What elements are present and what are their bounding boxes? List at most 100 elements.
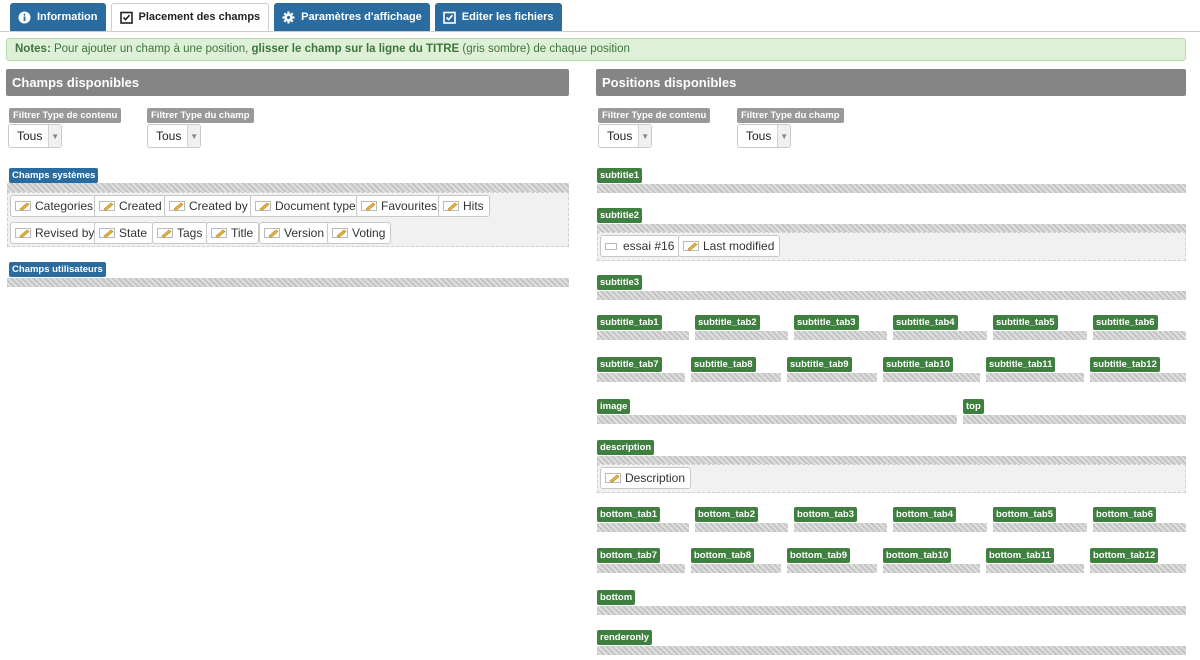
tab-label: Editer les fichiers bbox=[461, 11, 554, 23]
tab-editer-fichiers[interactable]: Editer les fichiers bbox=[434, 3, 562, 31]
drop-bar bbox=[883, 564, 980, 573]
filter-field-type-select[interactable]: Tous ▼ bbox=[737, 124, 791, 148]
position-bottom_tabs-5[interactable]: bottom_tab6 bbox=[1093, 507, 1156, 522]
filter-content-type-select[interactable]: Tous ▼ bbox=[598, 124, 652, 148]
drop-bar bbox=[597, 373, 685, 382]
position-bottom_tabs-0[interactable]: bottom_tab7 bbox=[597, 548, 660, 563]
drop-bar bbox=[794, 331, 887, 340]
position-image[interactable]: image bbox=[597, 399, 631, 414]
user-fields-drop-bar[interactable] bbox=[7, 278, 569, 287]
position-subtitle_tabs-4[interactable]: subtitle_tab5 bbox=[993, 315, 1058, 330]
filter-content-type-label: Filtrer Type de contenu bbox=[598, 108, 711, 123]
field-chip[interactable]: Favourites bbox=[356, 195, 444, 217]
filter-field-type-label: Filtrer Type du champ bbox=[737, 108, 844, 123]
position-bottom_tabs-2[interactable]: bottom_tab3 bbox=[794, 507, 857, 522]
field-chip-label: Voting bbox=[352, 226, 386, 240]
drop-bar bbox=[597, 606, 1186, 615]
pencil-tag-icon bbox=[15, 200, 31, 212]
drop-bar bbox=[986, 564, 1084, 573]
drop-bar bbox=[893, 523, 987, 532]
position-subtitle_tabs-0[interactable]: subtitle_tab7 bbox=[597, 357, 662, 372]
champs-utilisateurs-label: Champs utilisateurs bbox=[9, 262, 106, 277]
position-bottom_tabs-1[interactable]: bottom_tab2 bbox=[695, 507, 758, 522]
field-chip-essai[interactable]: essai #16 bbox=[600, 235, 681, 257]
filter-content-type-label: Filtrer Type de contenu bbox=[9, 108, 122, 123]
position-bottom_tabs-3[interactable]: bottom_tab10 bbox=[883, 548, 952, 563]
position-subtitle2[interactable]: subtitle2 bbox=[597, 208, 643, 223]
champs-systemes-label: Champs systèmes bbox=[9, 168, 99, 183]
field-chip[interactable]: Hits bbox=[438, 195, 490, 217]
select-value: Tous bbox=[17, 129, 43, 143]
field-chip-label: Revised by bbox=[35, 226, 95, 240]
champs-disponibles-header: Champs disponibles bbox=[6, 69, 569, 96]
field-chip-description[interactable]: Description bbox=[600, 467, 692, 489]
drop-bar bbox=[787, 564, 877, 573]
position-bottom[interactable]: bottom bbox=[597, 590, 636, 605]
field-chip[interactable]: Created bbox=[94, 195, 168, 217]
position-subtitle_tabs-3[interactable]: subtitle_tab4 bbox=[893, 315, 958, 330]
field-chip-label: Created bbox=[119, 199, 162, 213]
position-subtitle_tabs-5[interactable]: subtitle_tab6 bbox=[1093, 315, 1158, 330]
field-chip[interactable]: Tags bbox=[152, 222, 209, 244]
position-bottom_tabs-4[interactable]: bottom_tab5 bbox=[993, 507, 1056, 522]
position-subtitle3[interactable]: subtitle3 bbox=[597, 275, 643, 290]
drop-bar bbox=[794, 523, 887, 532]
pencil-tag-icon bbox=[332, 227, 348, 239]
position-subtitle_tabs-0[interactable]: subtitle_tab1 bbox=[597, 315, 662, 330]
position-bottom_tabs-2[interactable]: bottom_tab9 bbox=[787, 548, 850, 563]
tab-label: Information bbox=[37, 11, 98, 23]
position-bottom_tabs-1[interactable]: bottom_tab8 bbox=[691, 548, 754, 563]
field-chip[interactable]: Version bbox=[259, 222, 331, 244]
position-subtitle_tabs-2[interactable]: subtitle_tab9 bbox=[787, 357, 852, 372]
position-bottom_tabs-0[interactable]: bottom_tab1 bbox=[597, 507, 660, 522]
notes-text: Pour ajouter un champ à une position, bbox=[50, 43, 252, 55]
text-field-icon bbox=[605, 242, 617, 250]
position-subtitle1[interactable]: subtitle1 bbox=[597, 168, 643, 183]
tab-divider bbox=[0, 31, 1200, 32]
field-chip-last-modified[interactable]: Last modified bbox=[678, 235, 781, 257]
field-chip[interactable]: Title bbox=[206, 222, 260, 244]
position-subtitle_tabs-1[interactable]: subtitle_tab2 bbox=[695, 315, 760, 330]
position-subtitle_tabs-1[interactable]: subtitle_tab8 bbox=[691, 357, 756, 372]
field-chip[interactable]: Revised by bbox=[10, 222, 101, 244]
field-chip[interactable]: Created by bbox=[164, 195, 254, 217]
chevron-down-icon: ▼ bbox=[48, 125, 61, 147]
pencil-tag-icon bbox=[605, 472, 621, 484]
tab-parametres-affichage[interactable]: Paramètres d'affichage bbox=[274, 3, 430, 31]
position-subtitle_tabs-5[interactable]: subtitle_tab12 bbox=[1090, 357, 1160, 372]
pencil-tag-icon bbox=[264, 227, 280, 239]
position-bottom_tabs-3[interactable]: bottom_tab4 bbox=[893, 507, 956, 522]
position-subtitle_tabs-4[interactable]: subtitle_tab11 bbox=[986, 357, 1056, 372]
drop-bar bbox=[597, 646, 1186, 655]
position-renderonly[interactable]: renderonly bbox=[597, 630, 653, 645]
position-bottom_tabs-4[interactable]: bottom_tab11 bbox=[986, 548, 1054, 563]
field-chip[interactable]: Voting bbox=[327, 222, 392, 244]
position-top[interactable]: top bbox=[963, 399, 984, 414]
pencil-tag-icon bbox=[15, 227, 31, 239]
field-chip[interactable]: Document type bbox=[250, 195, 362, 217]
notes-banner: Notes: Pour ajouter un champ à une posit… bbox=[6, 38, 1186, 61]
field-chip[interactable]: State bbox=[94, 222, 154, 244]
position-description[interactable]: description bbox=[597, 440, 655, 455]
tab-information[interactable]: Information bbox=[10, 3, 106, 31]
field-chip[interactable]: Categories bbox=[10, 195, 100, 217]
tab-label: Paramètres d'affichage bbox=[301, 11, 422, 23]
drop-bar bbox=[695, 523, 788, 532]
field-chip-label: Tags bbox=[177, 226, 203, 240]
chevron-down-icon: ▼ bbox=[187, 125, 200, 147]
chevron-down-icon: ▼ bbox=[638, 125, 651, 147]
field-chip-label: Document type bbox=[275, 199, 356, 213]
tab-placement-des-champs[interactable]: Placement des champs bbox=[110, 3, 270, 31]
filter-field-type-select[interactable]: Tous ▼ bbox=[147, 124, 201, 148]
info-icon bbox=[18, 11, 31, 24]
pencil-tag-icon bbox=[211, 227, 227, 239]
checklist-icon bbox=[442, 11, 456, 24]
filter-content-type-select[interactable]: Tous ▼ bbox=[8, 124, 62, 148]
position-bottom_tabs-5[interactable]: bottom_tab12 bbox=[1090, 548, 1159, 563]
drop-bar bbox=[986, 373, 1084, 382]
drop-bar bbox=[597, 415, 957, 424]
position-subtitle_tabs-2[interactable]: subtitle_tab3 bbox=[794, 315, 859, 330]
position-subtitle_tabs-3[interactable]: subtitle_tab10 bbox=[883, 357, 953, 372]
pencil-tag-icon bbox=[99, 200, 115, 212]
notes-bold: glisser le champ sur la ligne du TITRE bbox=[251, 43, 460, 55]
